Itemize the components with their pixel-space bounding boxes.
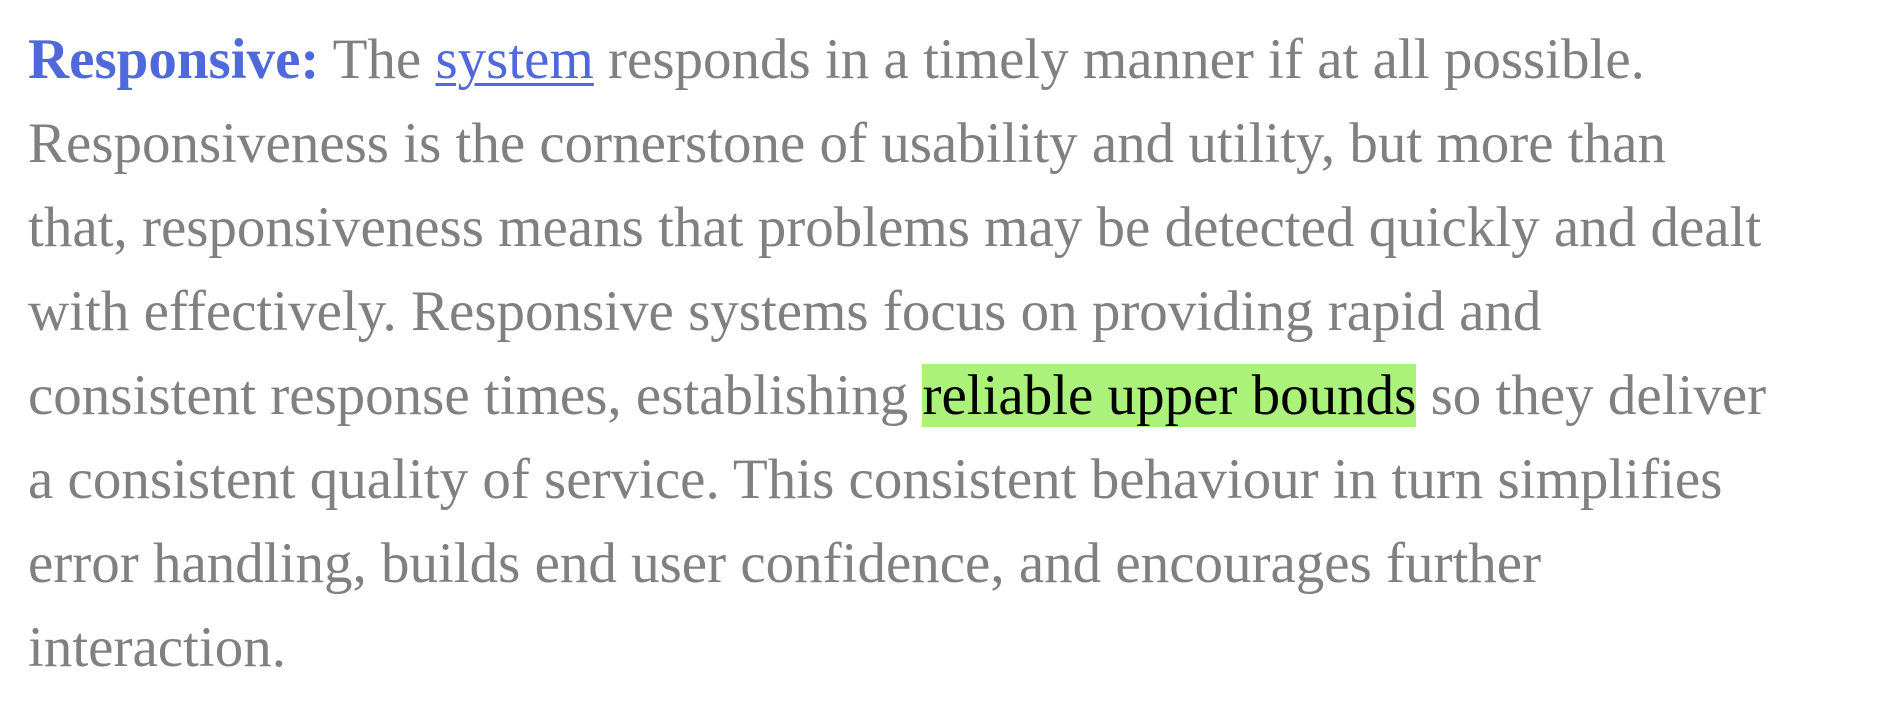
highlighted-phrase: reliable upper bounds [922,364,1417,427]
paragraph-text-2: responds in a timely manner if at all po… [593,28,1645,91]
paragraph-line-2: Responsiveness is the cornerstone of usa… [28,112,1666,175]
paragraph-line-6: a consistent quality of service. This co… [28,448,1723,511]
paragraph-line-4: with effectively. Responsive systems foc… [28,280,1542,343]
system-link[interactable]: system [435,28,593,91]
page: Responsive: The system responds in a tim… [0,0,1892,716]
paragraph-line-8: interaction. [28,616,286,679]
paragraph-line-3: that, responsiveness means that problems… [28,196,1762,259]
responsive-paragraph: Responsive: The system responds in a tim… [28,18,1884,690]
paragraph-line-7: error handling, builds end user confiden… [28,532,1542,595]
paragraph-line-5-end: so they deliver [1416,364,1767,427]
term-heading: Responsive: [28,28,320,91]
paragraph-text-1: The [319,28,436,91]
paragraph-line-5-start: consistent response times, establishing [28,364,923,427]
